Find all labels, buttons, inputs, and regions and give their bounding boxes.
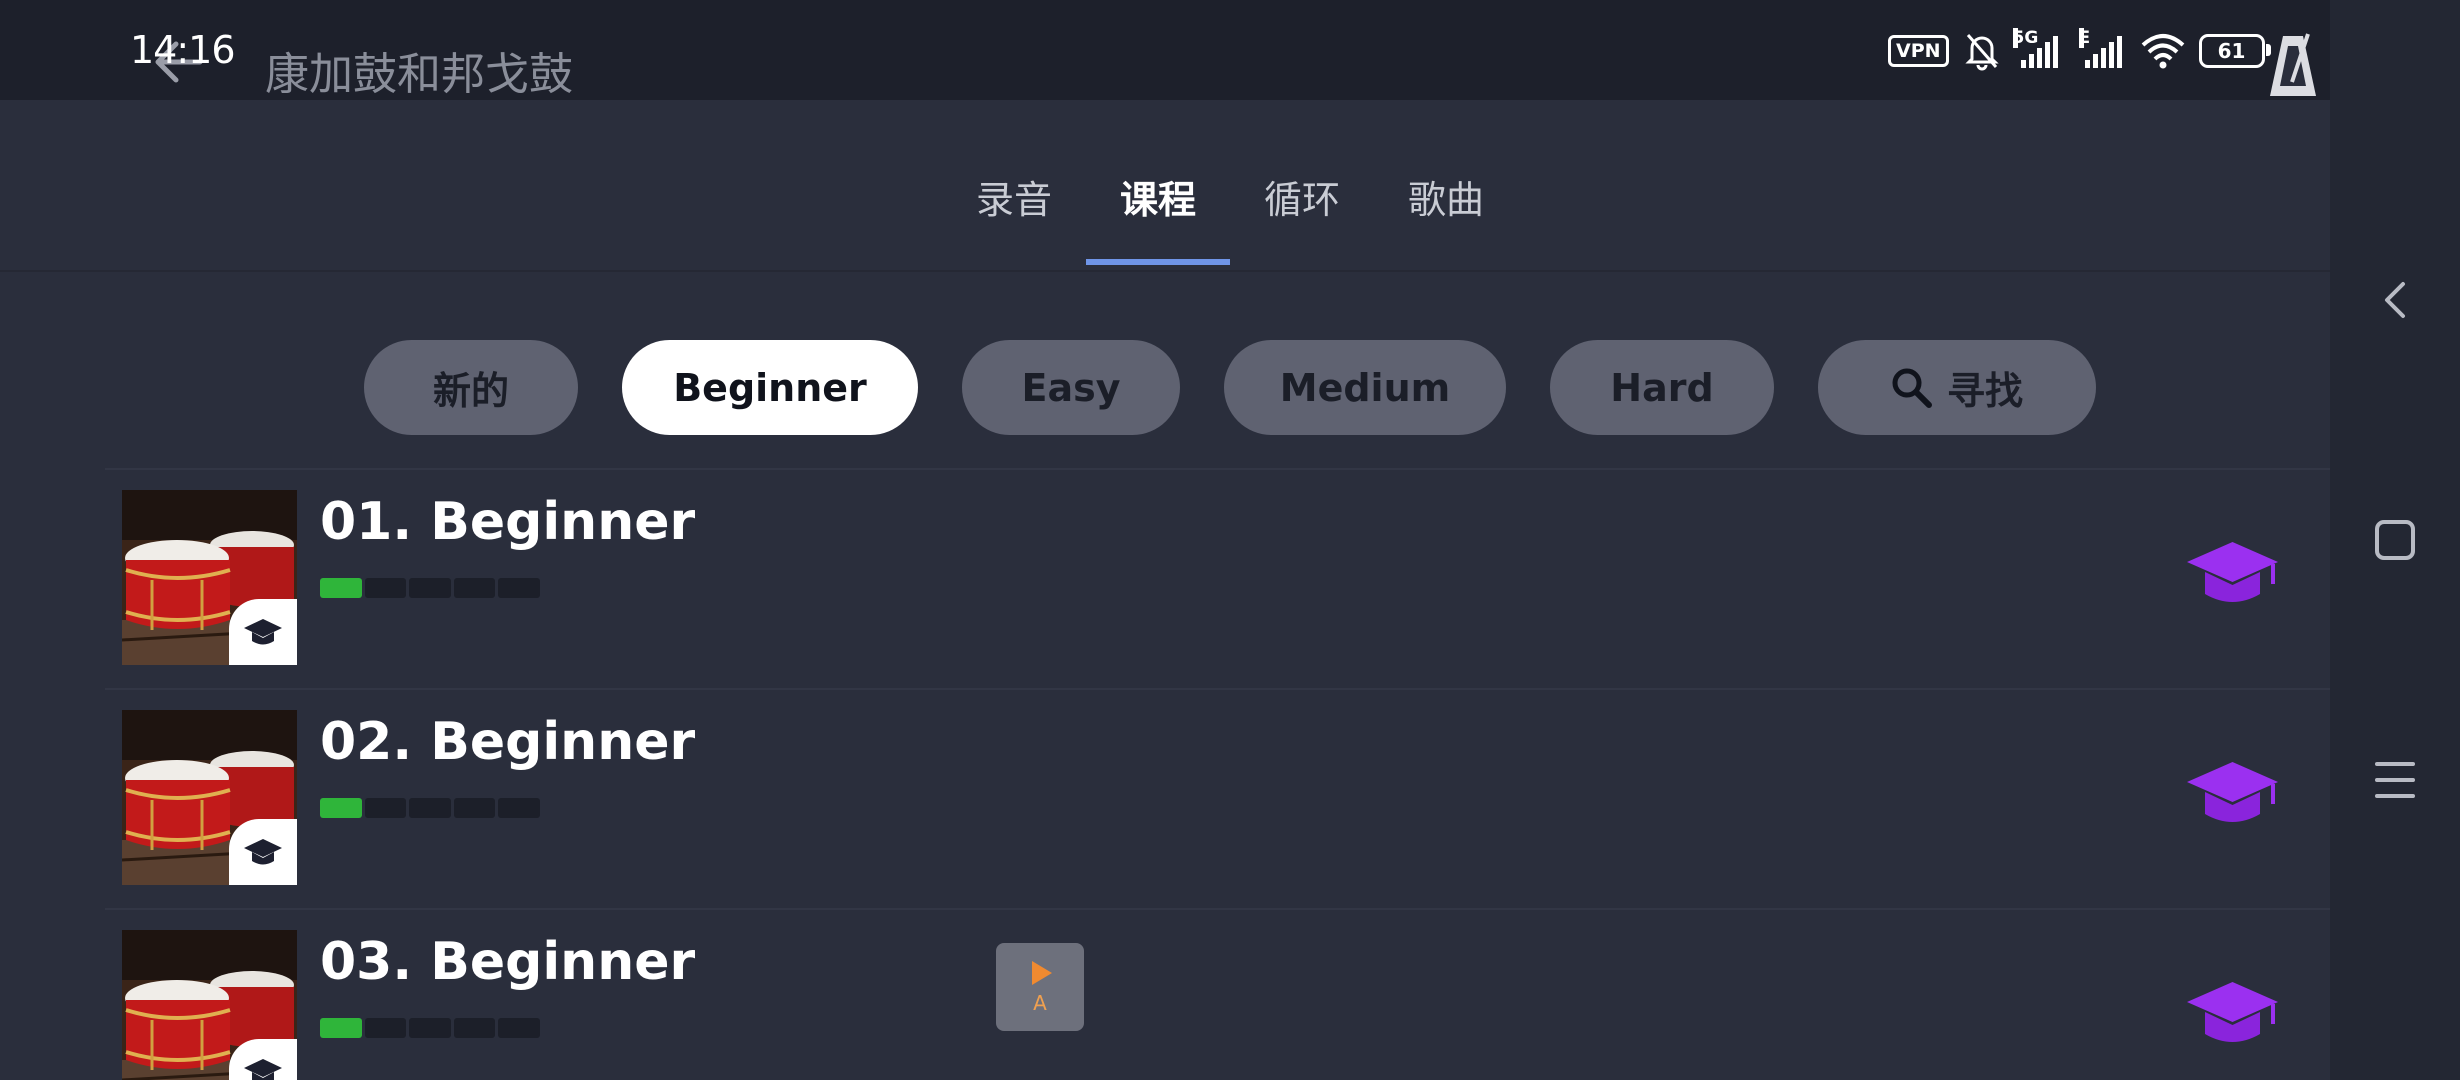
navigation-bar bbox=[2330, 0, 2460, 1080]
filter-hard[interactable]: Hard bbox=[1550, 340, 1774, 435]
graduation-cap-icon[interactable] bbox=[2185, 540, 2280, 610]
filter-label: 寻找 bbox=[1946, 369, 2023, 413]
tab-bar: 录音 课程 循环 歌曲 bbox=[0, 170, 2330, 265]
filter-new[interactable]: 新的 bbox=[364, 340, 578, 435]
search-icon bbox=[1892, 368, 1932, 408]
top-bar: 14:16 康加鼓和邦戈鼓 VPN 5G E 61 bbox=[0, 0, 2330, 100]
lesson-title: 01. Beginner bbox=[320, 492, 696, 552]
mute-bell-icon bbox=[1964, 34, 1999, 71]
progress-bar bbox=[320, 578, 540, 598]
list-item[interactable]: 02. Beginner bbox=[105, 688, 2330, 908]
lesson-thumbnail bbox=[122, 930, 297, 1080]
nav-home-icon[interactable] bbox=[2365, 510, 2425, 570]
filter-medium[interactable]: Medium bbox=[1224, 340, 1506, 435]
progress-bar bbox=[320, 1018, 540, 1038]
lesson-title: 02. Beginner bbox=[320, 712, 696, 772]
list-item[interactable]: 03. Beginner bbox=[105, 908, 2330, 1080]
filter-label: Hard bbox=[1610, 365, 1714, 410]
nav-menu-icon[interactable] bbox=[2365, 750, 2425, 810]
filter-label: Medium bbox=[1279, 365, 1451, 410]
lesson-badge bbox=[229, 819, 297, 885]
filter-beginner[interactable]: Beginner bbox=[622, 340, 918, 435]
tab-loops[interactable]: 循环 bbox=[1230, 170, 1374, 265]
vpn-badge: VPN bbox=[1888, 35, 1949, 67]
graduation-cap-icon bbox=[244, 1059, 282, 1080]
play-icon bbox=[1032, 961, 1052, 985]
app-screen: 14:16 康加鼓和邦戈鼓 VPN 5G E 61 录音 课程 循环 歌曲 新的… bbox=[0, 0, 2330, 1080]
filter-easy[interactable]: Easy bbox=[962, 340, 1180, 435]
lesson-thumbnail bbox=[122, 710, 297, 885]
cellular-signal-icon-2: E bbox=[2078, 28, 2127, 68]
tab-recordings[interactable]: 录音 bbox=[942, 170, 1086, 265]
lesson-badge bbox=[229, 1039, 297, 1080]
divider bbox=[0, 270, 2330, 272]
filter-label: Beginner bbox=[673, 365, 867, 410]
signal-label-2: E bbox=[2078, 28, 2091, 48]
status-icons: VPN 5G E 61 bbox=[1888, 28, 2271, 74]
graduation-cap-icon bbox=[244, 839, 282, 865]
graduation-cap-icon[interactable] bbox=[2185, 980, 2280, 1050]
metronome-icon[interactable] bbox=[2268, 32, 2318, 98]
lesson-badge bbox=[229, 599, 297, 665]
nav-back-icon[interactable] bbox=[2365, 270, 2425, 330]
progress-bar bbox=[320, 798, 540, 818]
cellular-signal-icon: 5G bbox=[2012, 28, 2067, 68]
lesson-title: 03. Beginner bbox=[320, 932, 696, 992]
filter-label: 新的 bbox=[432, 369, 509, 413]
floating-widget-label: A bbox=[1033, 991, 1047, 1015]
filter-search[interactable]: 寻找 bbox=[1818, 340, 2096, 435]
filter-label: Easy bbox=[1021, 365, 1121, 410]
battery-icon: 61 bbox=[2198, 34, 2271, 68]
floating-play-button[interactable]: A bbox=[996, 943, 1084, 1031]
tab-songs[interactable]: 歌曲 bbox=[1374, 170, 1518, 265]
page-title: 康加鼓和邦戈鼓 bbox=[265, 49, 573, 100]
graduation-cap-icon bbox=[244, 619, 282, 645]
signal-label: 5G bbox=[2012, 28, 2039, 48]
list-item[interactable]: 01. Beginner bbox=[105, 468, 2330, 688]
graduation-cap-icon[interactable] bbox=[2185, 760, 2280, 830]
wifi-icon bbox=[2141, 34, 2184, 69]
status-time: 14:16 bbox=[130, 28, 236, 72]
lesson-thumbnail bbox=[122, 490, 297, 665]
tab-lessons[interactable]: 课程 bbox=[1086, 170, 1230, 265]
